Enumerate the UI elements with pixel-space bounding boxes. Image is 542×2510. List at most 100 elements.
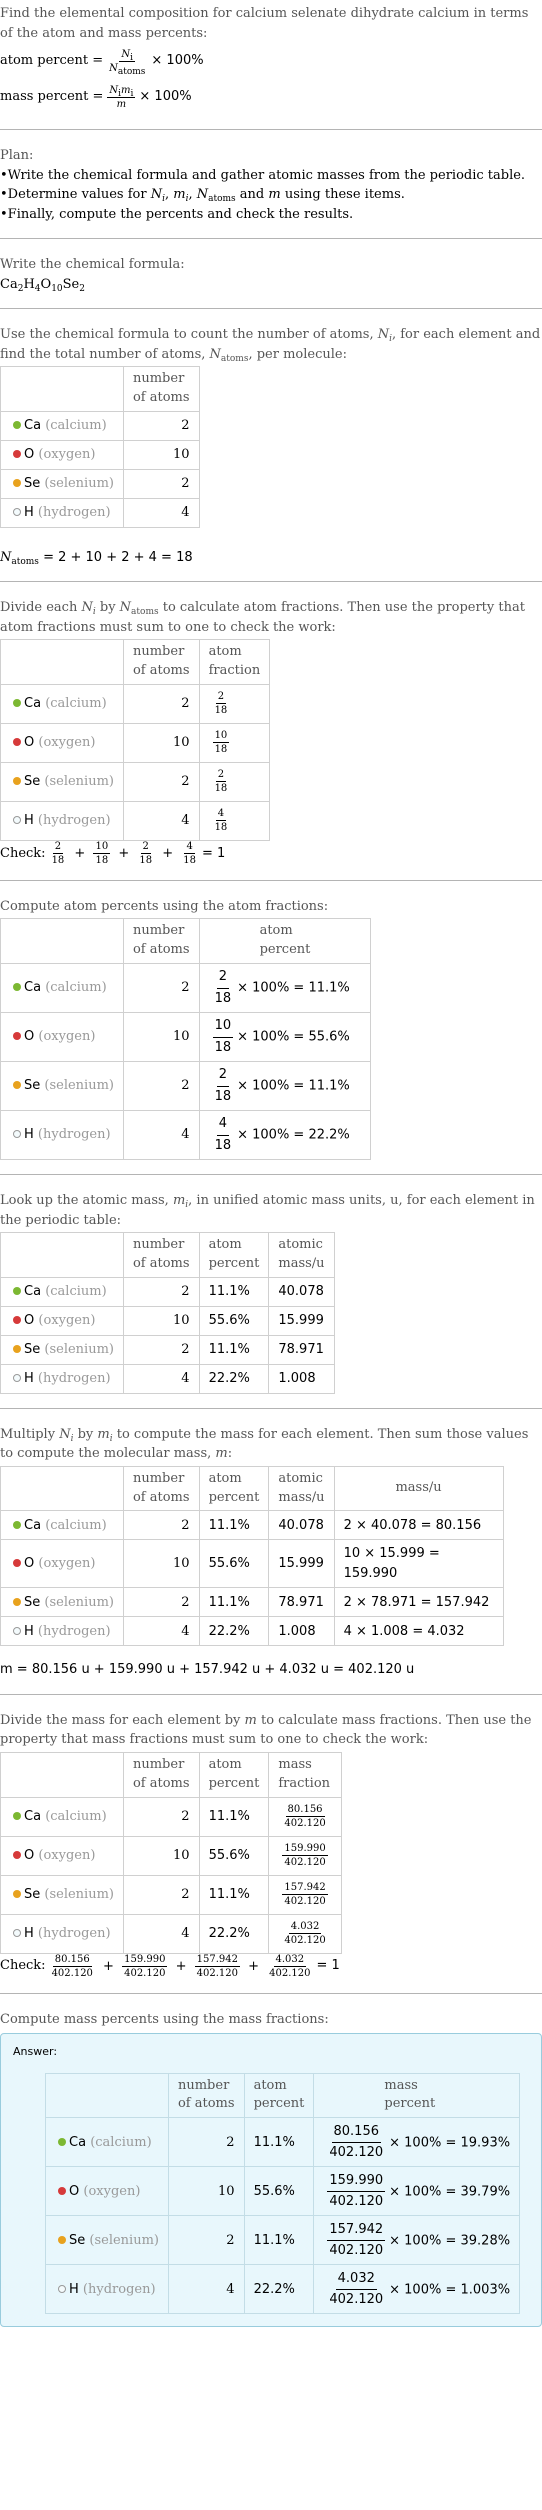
element-color-dot-icon bbox=[13, 1559, 21, 1568]
element-name: (oxygen) bbox=[83, 2183, 141, 2199]
atomic-mass: 15.999 bbox=[268, 1305, 335, 1336]
atom-count: 10 bbox=[122, 439, 200, 470]
atom-count: 2 bbox=[167, 2117, 245, 2168]
element-symbol: O bbox=[24, 1029, 35, 1045]
atom-count: 2 bbox=[122, 1587, 200, 1618]
atom-count: 2 bbox=[122, 963, 200, 1014]
atom-count: 10 bbox=[122, 1012, 200, 1063]
element-color-dot-icon bbox=[13, 777, 21, 786]
fraction: 2 18 bbox=[139, 840, 153, 866]
table-row: O (oxygen) 10 10 18 × 100% = 55.6% bbox=[0, 1012, 372, 1063]
element-color-dot-icon bbox=[13, 1130, 21, 1139]
element-color-dot-icon bbox=[13, 1520, 21, 1529]
divider bbox=[0, 308, 542, 309]
element-color-dot-icon bbox=[13, 1345, 21, 1353]
lookup-section: Look up the atomic mass, mi, in unified … bbox=[0, 1191, 542, 1394]
table-row: O (oxygen) 10 55.6% 15.999 bbox=[0, 1305, 335, 1336]
element-color-dot-icon bbox=[13, 478, 21, 487]
table-row: O (oxygen) 10 55.6% 15.999 10 × 15.999 = 159… bbox=[0, 1539, 504, 1589]
mass-percent-fraction: Nimi m bbox=[107, 84, 136, 110]
atom-fractions-section: Divide each Ni by Natoms to calculate at… bbox=[0, 598, 542, 866]
table-row: Ca (calcium) 2 11.1% 40.078 bbox=[0, 1276, 335, 1307]
lookup-table: number of atoms atom percent atomic mass/u … bbox=[0, 1232, 335, 1394]
atom-count: 4 bbox=[122, 497, 200, 528]
mass-calc: 10 × 15.999 = 159.990 bbox=[333, 1539, 504, 1589]
answer-label: Answer: bbox=[13, 2045, 58, 2059]
lookup-text: Look up the atomic mass, mi, in unified … bbox=[0, 1193, 535, 1228]
element-cell: Ca (calcium) bbox=[0, 963, 124, 1014]
fraction: 2 18 bbox=[51, 840, 65, 866]
mass-fraction: 80.156 402.120 bbox=[268, 1796, 342, 1837]
atom-percent: 11.1% bbox=[198, 1276, 270, 1307]
element-name: (oxygen) bbox=[38, 1847, 96, 1863]
atom-percent-calc: 4 18 × 100% = 22.2% bbox=[198, 1110, 372, 1161]
atom-percent: 22.2% bbox=[198, 1913, 270, 1954]
table-row: Se (selenium) 2 11.1% 157.942 402.120 bbox=[0, 1874, 342, 1915]
mass-calc: 2 × 78.971 = 157.942 bbox=[333, 1587, 504, 1618]
element-color-dot-icon bbox=[13, 1850, 21, 1859]
element-symbol: H bbox=[24, 1623, 34, 1639]
element-symbol: Ca bbox=[24, 1284, 42, 1299]
element-color-dot-icon bbox=[13, 1597, 21, 1606]
atom-percent: 55.6% bbox=[198, 1305, 270, 1336]
element-name: (hydrogen) bbox=[37, 1127, 111, 1143]
fraction: 2 18 bbox=[214, 691, 228, 717]
atom-percent: 22.2% bbox=[243, 2264, 315, 2315]
element-name: (calcium) bbox=[45, 696, 107, 712]
atom-fraction-check: Check: 2 18 + 10 18 + 2 18 + 4 18 = 1 bbox=[0, 840, 226, 866]
element-cell: Se (selenium) bbox=[0, 1587, 124, 1618]
atom-percent-calc: 2 18 × 100% = 11.1% bbox=[198, 963, 372, 1014]
atom-count: 2 bbox=[122, 410, 200, 441]
table-row: Se (selenium) 2 11.1% 78.971 2 × 78.971 = 15… bbox=[0, 1587, 504, 1618]
element-symbol: O bbox=[24, 1556, 35, 1572]
table-row: H (hydrogen) 4 22.2% 1.008 bbox=[0, 1363, 335, 1394]
count-atoms-section: Use the chemical formula to count the nu… bbox=[0, 325, 542, 567]
element-name: (oxygen) bbox=[38, 1556, 96, 1572]
element-symbol: Ca bbox=[24, 1517, 42, 1533]
table-row: Ca (calcium) 2 11.1% 80.156 402.120 bbox=[0, 1796, 342, 1837]
element-color-dot-icon bbox=[13, 1889, 21, 1898]
element-cell: O (oxygen) bbox=[0, 1305, 124, 1336]
element-symbol: O bbox=[24, 735, 35, 751]
atom-percent: 11.1% bbox=[198, 1796, 270, 1837]
element-symbol: O bbox=[24, 1847, 35, 1863]
element-name: (hydrogen) bbox=[37, 1371, 111, 1386]
atom-count: 4 bbox=[167, 2264, 245, 2315]
atom-percent: 22.2% bbox=[198, 1616, 270, 1647]
atom-percent: 11.1% bbox=[198, 1334, 270, 1365]
table-row: H (hydrogen) 4 bbox=[0, 497, 200, 528]
mass-percent-value: 39.28% bbox=[460, 2232, 511, 2248]
element-name: (selenium) bbox=[44, 774, 114, 790]
element-color-dot-icon bbox=[13, 1316, 21, 1324]
mass-fractions-table: number of atoms atom percent mass fraction … bbox=[0, 1751, 342, 1954]
chemical-formula: Ca2H4O10Se2 bbox=[0, 276, 85, 294]
element-color-dot-icon bbox=[13, 699, 21, 708]
atom-percent: 55.6% bbox=[243, 2166, 315, 2217]
atomic-mass: 78.971 bbox=[268, 1334, 335, 1365]
mass-percent-value: 39.79% bbox=[460, 2183, 511, 2199]
mass-text: Multiply Ni by mi to compute the mass fo… bbox=[0, 1426, 529, 1462]
atom-count: 4 bbox=[122, 1913, 200, 1954]
element-symbol: H bbox=[24, 1371, 34, 1386]
atomic-mass: 40.078 bbox=[268, 1510, 335, 1541]
element-name: (hydrogen) bbox=[37, 1623, 111, 1639]
element-symbol: H bbox=[24, 1127, 34, 1143]
element-name: (selenium) bbox=[44, 1078, 114, 1094]
table-row: Se (selenium) 2 bbox=[0, 468, 200, 499]
table-row: H (hydrogen) 4 4 18 bbox=[0, 800, 271, 841]
element-name: (hydrogen) bbox=[37, 1925, 111, 1941]
fraction: 159.990 402.120 bbox=[122, 1953, 168, 1979]
atom-count: 4 bbox=[122, 1110, 200, 1161]
fraction: 159.990 402.120 bbox=[282, 1843, 328, 1869]
element-symbol: H bbox=[24, 813, 34, 829]
element-cell: H (hydrogen) bbox=[0, 1913, 124, 1954]
mass-fraction-check: Check: 80.156 402.120 + 159.990 402.120 + … bbox=[0, 1953, 340, 1979]
total-atoms-equation: Natoms = 2 + 10 + 2 + 4 = 18 bbox=[0, 549, 193, 567]
atom-count: 2 bbox=[122, 468, 200, 499]
element-cell: H (hydrogen) bbox=[0, 1616, 124, 1647]
element-symbol: Se bbox=[24, 1886, 41, 1902]
atom-count: 2 bbox=[122, 683, 200, 724]
table-row: O (oxygen) 10 55.6% 159.990 402.120 × 100% = … bbox=[45, 2166, 521, 2217]
element-cell: Ca (calcium) bbox=[0, 1510, 124, 1541]
atomic-mass: 1.008 bbox=[268, 1616, 335, 1647]
